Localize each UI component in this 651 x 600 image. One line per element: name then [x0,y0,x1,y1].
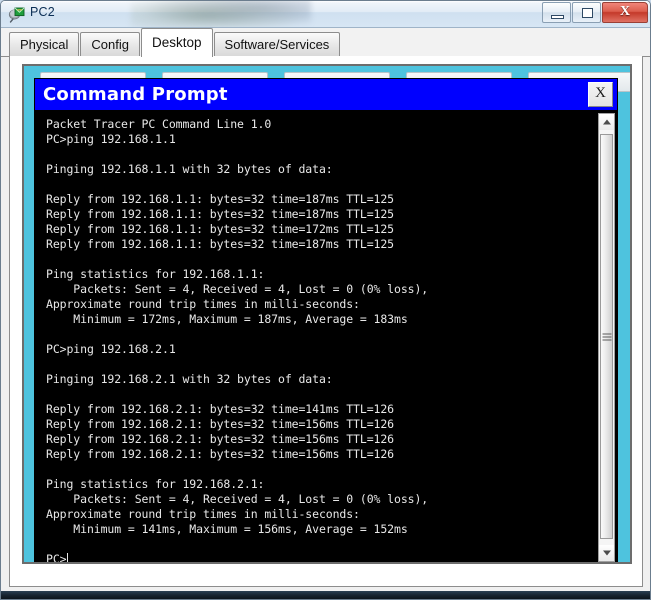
command-prompt-titlebar[interactable]: Command Prompt X [35,79,617,110]
tab-physical[interactable]: Physical [9,32,80,57]
close-icon: X [595,85,606,101]
desktop-tab-panel: Command Prompt X Packet Tracer PC Comman… [9,56,643,587]
window-titlebar[interactable]: PC2 X [1,1,650,28]
tab-bar: Physical Config Desktop Software/Service… [1,28,650,57]
window-controls: X [541,2,648,23]
command-prompt-window: Command Prompt X Packet Tracer PC Comman… [34,78,618,564]
scrollbar-thumb[interactable] [600,134,613,539]
chevron-up-icon [602,119,611,125]
pc-device-window: PC2 X Physical Config Desktop Software/S… [0,0,651,600]
terminal-output-area[interactable]: Packet Tracer PC Command Line 1.0 PC>pin… [35,110,617,564]
tab-config-label: Config [91,37,129,52]
tab-software-services[interactable]: Software/Services [213,32,341,57]
minimize-icon [551,15,564,19]
maximize-button[interactable] [572,2,601,23]
tab-desktop[interactable]: Desktop [141,28,213,57]
command-prompt-close-button[interactable]: X [588,82,613,107]
close-button[interactable]: X [602,2,648,23]
scrollbar-grip-icon [602,333,611,340]
maximize-icon [582,8,593,18]
command-prompt-title: Command Prompt [43,84,228,105]
scroll-up-arrow-button[interactable] [599,114,614,130]
pc-device-icon [8,7,25,23]
tab-software-services-label: Software/Services [224,37,330,52]
scroll-down-arrow-button[interactable] [599,545,614,561]
pt-desktop-canvas[interactable]: Command Prompt X Packet Tracer PC Comman… [22,64,632,564]
titlebar-aero-blur [131,1,311,27]
terminal-text: Packet Tracer PC Command Line 1.0 PC>pin… [46,117,429,564]
tab-desktop-label: Desktop [152,35,202,50]
tab-physical-label: Physical [20,37,69,52]
chevron-down-icon [602,550,611,556]
tab-config[interactable]: Config [80,32,140,57]
window-bottom-edge [1,591,650,599]
terminal-scrollbar[interactable] [598,113,615,562]
minimize-button[interactable] [542,2,571,23]
terminal-cursor [67,553,69,562]
close-icon: X [619,4,631,19]
page-title: PC2 [30,5,55,19]
